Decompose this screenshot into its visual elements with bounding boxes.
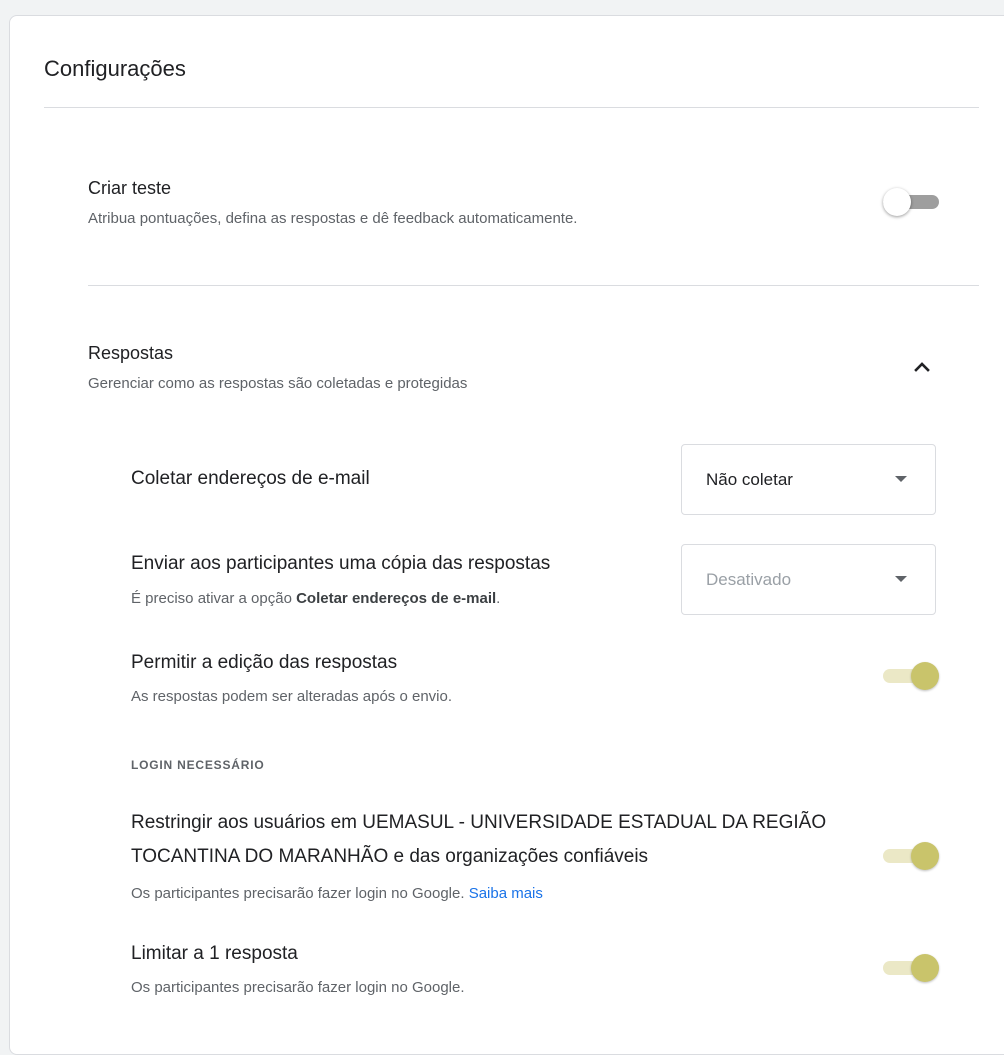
allow-edit-label: Permitir a edição das respostas bbox=[131, 652, 398, 673]
toggle-thumb bbox=[883, 188, 911, 216]
login-required-heading: LOGIN NECESSÁRIO bbox=[131, 758, 265, 772]
collect-emails-label: Coletar endereços de e-mail bbox=[131, 468, 370, 489]
section-divider bbox=[88, 285, 979, 286]
quiz-title: Criar teste bbox=[88, 178, 172, 198]
restrict-users-description-text: Os participantes precisarão fazer login … bbox=[131, 885, 465, 902]
caret-down-icon bbox=[895, 576, 907, 582]
chevron-up-icon[interactable] bbox=[912, 356, 932, 376]
restrict-users-label: Restringir aos usuários em UEMASUL - UNI… bbox=[131, 812, 827, 867]
send-copy-hint-suffix: . bbox=[496, 590, 501, 607]
send-copy-value: Desativado bbox=[706, 570, 792, 589]
quiz-description: Atribua pontuações, defina as respostas … bbox=[88, 210, 578, 227]
quiz-toggle[interactable] bbox=[883, 186, 939, 218]
chevron-up-glyph bbox=[914, 362, 930, 372]
caret-down-icon bbox=[895, 476, 907, 482]
limit-one-description: Os participantes precisarão fazer login … bbox=[131, 979, 465, 996]
send-copy-hint: É preciso ativar a opção Coletar endereç… bbox=[131, 589, 500, 609]
responses-title: Respostas bbox=[88, 343, 174, 363]
toggle-thumb bbox=[911, 842, 939, 870]
allow-edit-description: As respostas podem ser alteradas após o … bbox=[131, 688, 453, 705]
learn-more-link[interactable]: Saiba mais bbox=[469, 885, 543, 902]
send-copy-hint-bold: Coletar endereços de e-mail bbox=[296, 590, 497, 607]
send-copy-label: Enviar aos participantes uma cópia das r… bbox=[131, 553, 551, 574]
responses-description: Gerenciar como as respostas são coletada… bbox=[88, 375, 468, 392]
page-title: Configurações bbox=[44, 56, 186, 81]
toggle-thumb bbox=[911, 954, 939, 982]
limit-one-label: Limitar a 1 resposta bbox=[131, 943, 298, 964]
title-divider bbox=[44, 107, 979, 108]
toggle-thumb bbox=[911, 662, 939, 690]
send-copy-dropdown[interactable]: Desativado bbox=[681, 544, 936, 615]
collect-emails-dropdown[interactable]: Não coletar bbox=[681, 444, 936, 515]
restrict-users-toggle[interactable] bbox=[883, 840, 939, 872]
limit-one-toggle[interactable] bbox=[883, 952, 939, 984]
collect-emails-value: Não coletar bbox=[706, 470, 793, 489]
send-copy-hint-prefix: É preciso ativar a opção bbox=[131, 590, 297, 607]
allow-edit-toggle[interactable] bbox=[883, 660, 939, 692]
restrict-users-description: Os participantes precisarão fazer login … bbox=[131, 884, 543, 904]
